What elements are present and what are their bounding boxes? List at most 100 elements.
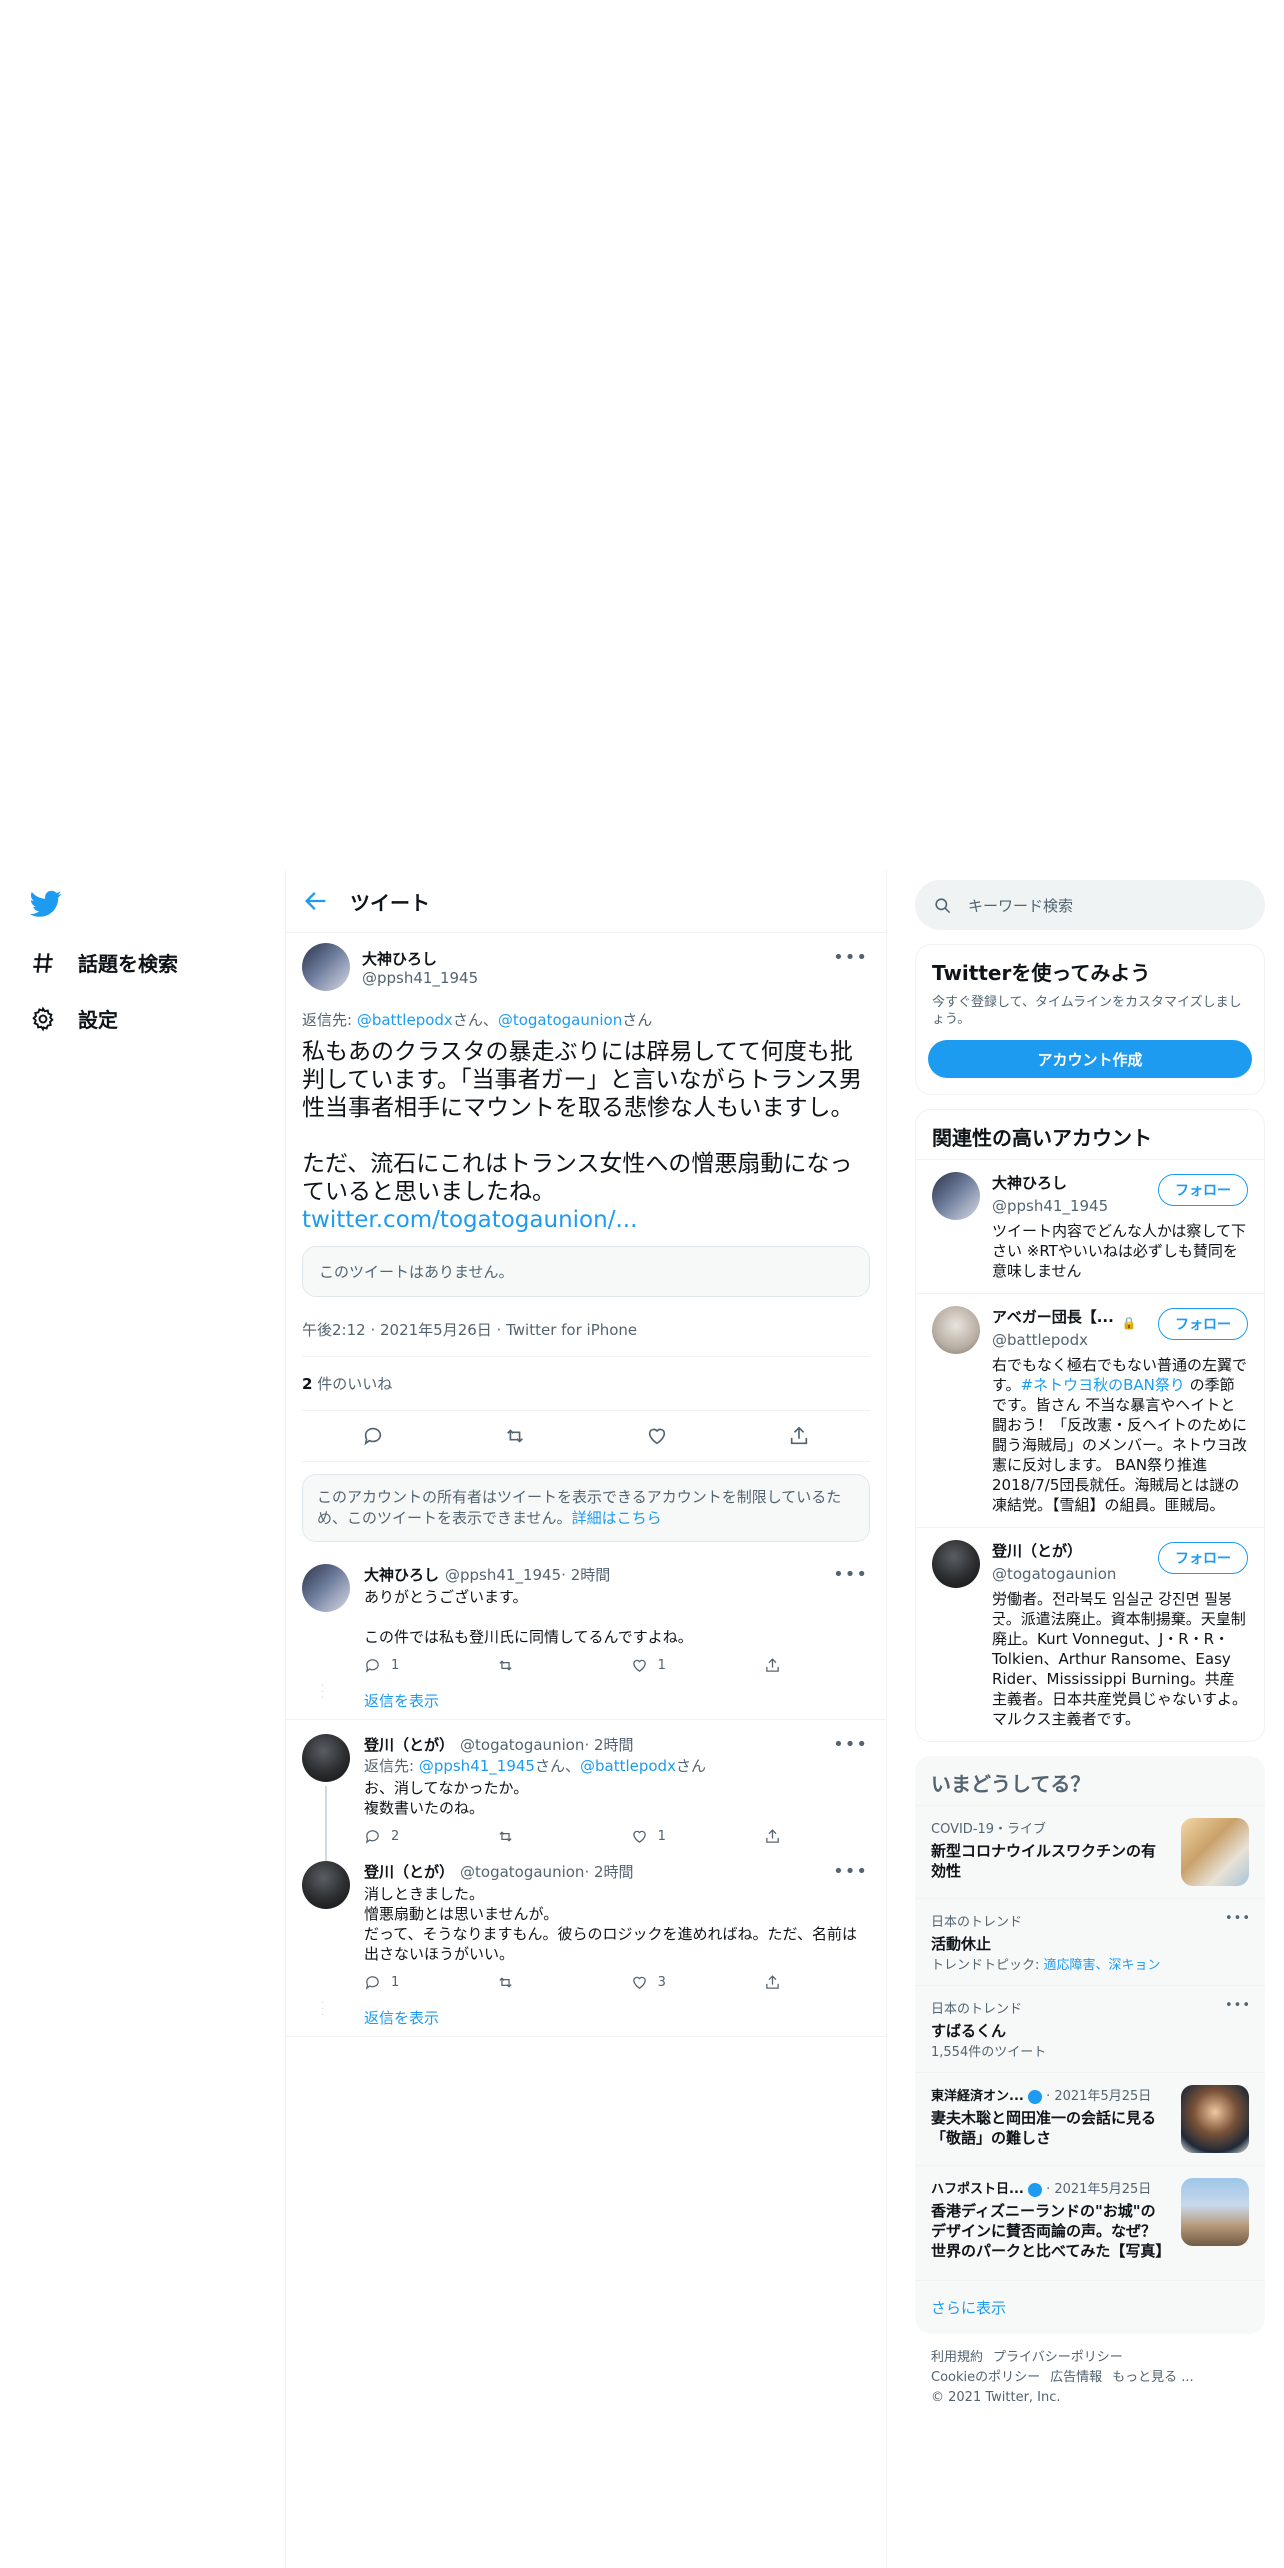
account-card[interactable]: フォロー アベガー団長【... 🔒 @battlepodx 右でもなく極右でもない… xyxy=(916,1293,1264,1527)
account-card[interactable]: フォロー 大神ひろし @ppsh41_1945 ツイート内容でどんな人かは察して… xyxy=(916,1159,1264,1293)
follow-button[interactable]: フォロー xyxy=(1158,1542,1248,1574)
nav-settings[interactable]: 設定 xyxy=(30,1004,118,1033)
avatar[interactable] xyxy=(302,1734,350,1782)
reply-icon[interactable] xyxy=(362,1425,384,1447)
hashtag-icon xyxy=(33,952,53,973)
more-options-icon[interactable]: ••• xyxy=(833,1564,868,1585)
account-name[interactable]: アベガー団長【... xyxy=(992,1306,1114,1327)
more-link[interactable]: もっと見る ... xyxy=(1112,2370,1194,2385)
account-name[interactable]: 大神ひろし xyxy=(992,1172,1067,1193)
topic-link[interactable]: 適応障害、深キョン xyxy=(1044,1958,1161,1973)
retweet-button[interactable] xyxy=(497,1828,537,1845)
account-card[interactable]: フォロー 登川（とが） @togatogaunion 労働者。전라북도 임실군 … xyxy=(916,1527,1264,1741)
reply-tweet[interactable]: ••• 登川（とが） @togatogaunion · 2時間 消しときました。… xyxy=(286,1845,886,1991)
back-arrow-icon[interactable] xyxy=(302,887,330,915)
reply-prefix: 返信先: xyxy=(302,1011,357,1029)
trend-item[interactable]: COVID-19・ライブ 新型コロナウイルスワクチンの有効性 xyxy=(915,1805,1265,1898)
tweet-timestamp[interactable]: 午後2:12 · 2021年5月26日 · Twitter for iPhone xyxy=(302,1303,870,1357)
author-handle[interactable]: @ppsh41_1945 xyxy=(362,969,478,987)
more-options-icon[interactable]: ••• xyxy=(833,947,868,968)
search-input[interactable]: キーワード検索 xyxy=(968,895,1073,916)
like-count: 3 xyxy=(657,1975,666,1990)
retweet-button[interactable] xyxy=(497,1657,537,1674)
ads-link[interactable]: 広告情報 xyxy=(1050,2370,1102,2385)
follow-button[interactable]: フォロー xyxy=(1158,1308,1248,1340)
terms-link[interactable]: 利用規約 xyxy=(931,2350,983,2365)
twitter-logo-icon[interactable] xyxy=(29,890,62,922)
relevant-title: 関連性の高いアカウント xyxy=(932,1126,1152,1150)
like-count: 1 xyxy=(657,1829,666,1844)
more-options-icon[interactable]: ••• xyxy=(833,1861,868,1882)
likes-number: 2 xyxy=(302,1375,313,1393)
trend-title: すばるくん xyxy=(931,2022,1007,2040)
reply-tweet[interactable]: ••• 登川（とが） @togatogaunion · 2時間 返信先: @pp… xyxy=(286,1720,886,1878)
like-button[interactable]: 1 xyxy=(631,1828,671,1845)
account-name[interactable]: 登川（とが） xyxy=(992,1540,1082,1561)
news-title: 香港ディズニーランドの"お城"のデザインに賛否両論の声。なぜ？世界のパークと比べ… xyxy=(931,2202,1171,2260)
author-handle[interactable]: @togatogaunion xyxy=(460,1736,584,1754)
relevant-accounts-panel: 関連性の高いアカウント フォロー 大神ひろし @ppsh41_1945 ツイート… xyxy=(915,1109,1265,1742)
nav-explore[interactable]: 話題を検索 xyxy=(30,948,178,977)
author-name[interactable]: 大神ひろし xyxy=(362,948,478,969)
news-item[interactable]: 東洋経済オン... · 2021年5月25日 妻夫木聡と岡田准一の会話に見る「敬… xyxy=(915,2072,1265,2165)
reply-user-link[interactable]: @ppsh41_1945 xyxy=(419,1757,535,1775)
reply-tweet[interactable]: ••• 大神ひろし @ppsh41_1945 · 2時間 ありがとうございます。… xyxy=(286,1554,886,1674)
reply-user-link[interactable]: @togatogaunion xyxy=(498,1011,622,1029)
search-box[interactable]: キーワード検索 xyxy=(915,880,1265,930)
create-account-button[interactable]: アカウント作成 xyxy=(928,1040,1252,1078)
like-button[interactable]: 1 xyxy=(631,1657,671,1674)
reply-text: 消しときました。 憎悪扇動とは思いませんが。 だって、そうなりますもん。彼らのロ… xyxy=(364,1885,858,1963)
tweet-time[interactable]: · 2時間 xyxy=(561,1564,610,1585)
author-handle[interactable]: @togatogaunion xyxy=(460,1863,584,1881)
more-options-icon[interactable]: ••• xyxy=(1225,1998,1251,2013)
reply-user-link[interactable]: @battlepodx xyxy=(580,1757,676,1775)
cookie-link[interactable]: Cookieのポリシー xyxy=(931,2370,1040,2385)
privacy-link[interactable]: プライバシーポリシー xyxy=(993,2350,1123,2365)
tweet-time[interactable]: · 2時間 xyxy=(584,1861,633,1882)
reply-button[interactable]: 1 xyxy=(364,1657,404,1674)
hashtag-link[interactable]: #ネトウヨ秋のBAN祭り xyxy=(1021,1376,1185,1394)
author-name[interactable]: 登川（とが） xyxy=(364,1734,454,1755)
reply-user-link[interactable]: @battlepodx xyxy=(357,1011,453,1029)
like-icon[interactable] xyxy=(646,1425,668,1447)
avatar[interactable] xyxy=(302,943,350,991)
signup-panel: Twitterを使ってみよう 今すぐ登録して、タイムラインをカスタマイズしましょ… xyxy=(915,944,1265,1095)
likes-count[interactable]: 2 件のいいね xyxy=(302,1357,870,1411)
trend-item[interactable]: 日本のトレンド 活動休止 トレンドトピック: 適応障害、深キョン ••• xyxy=(915,1898,1265,1985)
share-button[interactable] xyxy=(764,1657,804,1674)
share-button[interactable] xyxy=(764,1974,804,1991)
news-item[interactable]: ハフポスト日... · 2021年5月25日 香港ディズニーランドの"お城"のデ… xyxy=(915,2165,1265,2280)
show-replies-link[interactable]: · · · 返信を表示 xyxy=(286,1674,886,1719)
avatar[interactable] xyxy=(932,1540,980,1588)
share-button[interactable] xyxy=(764,1828,804,1845)
more-options-icon[interactable]: ••• xyxy=(1225,1911,1251,1926)
tweet-time[interactable]: · 2時間 xyxy=(584,1734,633,1755)
author-name[interactable]: 大神ひろし xyxy=(364,1564,439,1585)
retweet-icon[interactable] xyxy=(504,1425,526,1447)
author-name[interactable]: 登川（とが） xyxy=(364,1861,454,1882)
trend-title: 新型コロナウイルスワクチンの有効性 xyxy=(931,1842,1157,1880)
page-header: ツイート xyxy=(286,870,886,933)
reply-button[interactable]: 2 xyxy=(364,1828,404,1845)
share-icon[interactable] xyxy=(788,1425,810,1447)
avatar[interactable] xyxy=(932,1306,980,1354)
like-button[interactable]: 3 xyxy=(631,1974,671,1991)
avatar[interactable] xyxy=(302,1564,350,1612)
learn-more-link[interactable]: 詳細はこちら xyxy=(572,1509,662,1527)
retweet-button[interactable] xyxy=(497,1974,537,1991)
reply-button[interactable]: 1 xyxy=(364,1974,404,1991)
show-more-link[interactable]: さらに表示 xyxy=(915,2280,1265,2334)
show-replies-link[interactable]: · · · 返信を表示 xyxy=(286,1991,886,2036)
tweet-link[interactable]: twitter.com/togatogaunion/... xyxy=(302,1206,870,1234)
avatar[interactable] xyxy=(302,1861,350,1909)
tweet-author[interactable]: 大神ひろし @ppsh41_1945 xyxy=(302,943,870,991)
trend-topics: トレンドトピック: 適応障害、深キョン xyxy=(931,1954,1249,1973)
follow-button[interactable]: フォロー xyxy=(1158,1174,1248,1206)
reply-text: ありがとうございます。 この件では私も登川氏に同情してるんですよね。 xyxy=(364,1588,693,1646)
author-handle[interactable]: @ppsh41_1945 xyxy=(445,1566,561,1584)
trend-item[interactable]: 日本のトレンド すばるくん 1,554件のツイート ••• xyxy=(915,1985,1265,2072)
avatar[interactable] xyxy=(932,1172,980,1220)
reply-to-line: 返信先: @ppsh41_1945さん、@battlepodxさん xyxy=(364,1755,870,1776)
more-options-icon[interactable]: ••• xyxy=(833,1734,868,1755)
reply-to-line: 返信先: @battlepodxさん、@togatogaunionさん xyxy=(302,1009,870,1030)
